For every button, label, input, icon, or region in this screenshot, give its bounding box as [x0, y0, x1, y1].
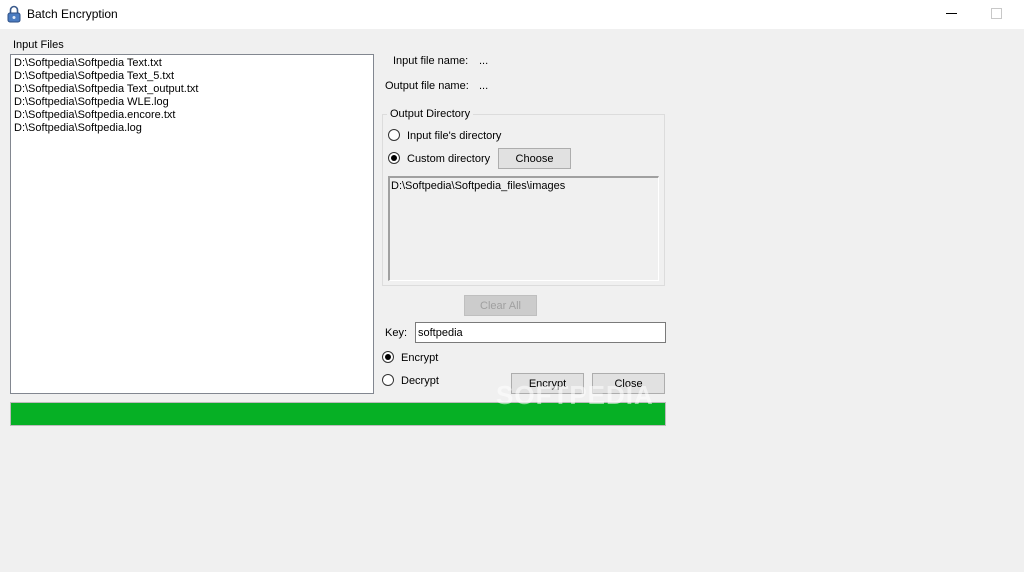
input-file-name-label: Input file name:	[393, 55, 469, 67]
list-item[interactable]: D:\Softpedia\Softpedia WLE.log	[14, 96, 370, 109]
list-item[interactable]: D:\Softpedia\Softpedia.encore.txt	[14, 109, 370, 122]
encrypt-button[interactable]: Encrypt	[511, 373, 584, 394]
maximize-icon[interactable]	[974, 0, 1019, 29]
key-label: Key:	[385, 327, 408, 339]
custom-directory-radio[interactable]	[388, 152, 400, 164]
decrypt-radio[interactable]	[382, 374, 394, 386]
custom-directory-label[interactable]: Custom directory	[407, 153, 490, 165]
clear-all-button[interactable]: Clear All	[464, 295, 537, 316]
close-button[interactable]: Close	[592, 373, 665, 394]
list-item[interactable]: D:\Softpedia\Softpedia Text.txt	[14, 57, 370, 70]
output-file-name-label: Output file name:	[385, 80, 469, 92]
list-item[interactable]: D:\Softpedia\Softpedia.log	[14, 122, 370, 135]
output-directory-path-text: D:\Softpedia\Softpedia_files\images	[391, 180, 566, 192]
output-directory-path[interactable]: D:\Softpedia\Softpedia_files\images	[388, 176, 659, 281]
progress-bar	[10, 402, 666, 426]
choose-button[interactable]: Choose	[498, 148, 571, 169]
output-file-name-value: ...	[479, 80, 489, 92]
key-input[interactable]	[415, 322, 666, 343]
decrypt-radio-label[interactable]: Decrypt	[401, 375, 439, 387]
list-item[interactable]: D:\Softpedia\Softpedia Text_5.txt	[14, 70, 370, 83]
input-file-name-value: ...	[479, 55, 489, 67]
title-bar: Batch Encryption	[0, 0, 1024, 29]
input-directory-radio[interactable]	[388, 129, 400, 141]
encrypt-radio[interactable]	[382, 351, 394, 363]
window-title: Batch Encryption	[27, 7, 118, 21]
input-files-list[interactable]: D:\Softpedia\Softpedia Text.txt D:\Softp…	[10, 54, 374, 394]
minimize-icon[interactable]	[929, 0, 974, 29]
encrypt-radio-label[interactable]: Encrypt	[401, 352, 438, 364]
output-directory-legend: Output Directory	[387, 108, 474, 120]
list-item[interactable]: D:\Softpedia\Softpedia Text_output.txt	[14, 83, 370, 96]
input-files-label: Input Files	[13, 39, 64, 51]
progress-fill	[11, 403, 665, 425]
padlock-icon	[7, 5, 21, 23]
input-directory-label[interactable]: Input file's directory	[407, 130, 501, 142]
